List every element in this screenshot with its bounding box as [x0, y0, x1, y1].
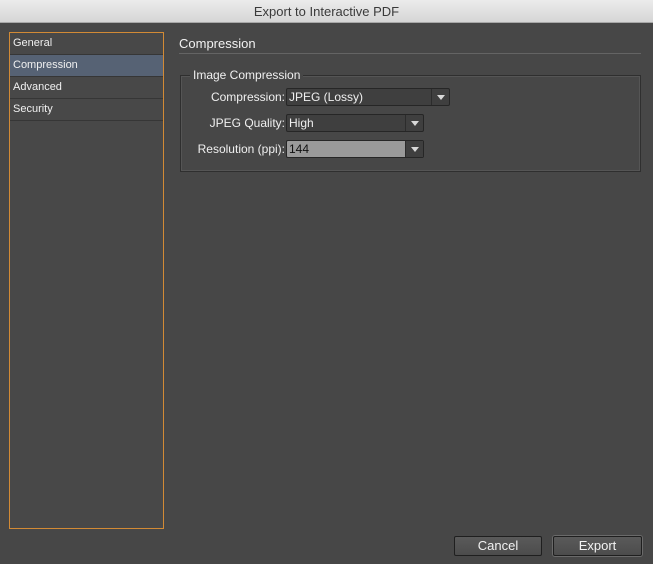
sidebar-item-advanced[interactable]: Advanced [10, 77, 163, 99]
category-sidebar: General Compression Advanced Security [9, 32, 164, 529]
image-compression-legend: Image Compression [190, 68, 304, 82]
resolution-input[interactable]: 144 [289, 142, 309, 156]
export-dialog: Export to Interactive PDF General Compre… [0, 0, 653, 564]
compression-value: JPEG (Lossy) [289, 90, 364, 104]
jpeg-quality-dropdown[interactable]: High [286, 114, 424, 132]
cancel-button[interactable]: Cancel [454, 536, 542, 556]
sidebar-item-general[interactable]: General [10, 33, 163, 55]
chevron-down-icon [405, 115, 423, 131]
sidebar-item-security[interactable]: Security [10, 99, 163, 121]
sidebar-item-compression[interactable]: Compression [10, 55, 163, 77]
export-button[interactable]: Export [553, 536, 642, 556]
chevron-down-icon[interactable] [405, 141, 423, 157]
window-title: Export to Interactive PDF [0, 0, 653, 23]
chevron-down-icon [431, 89, 449, 105]
jpeg-quality-value: High [289, 116, 314, 130]
panel-title-divider [179, 53, 641, 54]
resolution-combobox[interactable]: 144 [286, 140, 424, 158]
resolution-label: Resolution (ppi): [197, 142, 285, 156]
panel-title: Compression [179, 36, 256, 51]
jpeg-quality-label: JPEG Quality: [209, 116, 285, 130]
compression-label: Compression: [210, 90, 285, 104]
compression-dropdown[interactable]: JPEG (Lossy) [286, 88, 450, 106]
